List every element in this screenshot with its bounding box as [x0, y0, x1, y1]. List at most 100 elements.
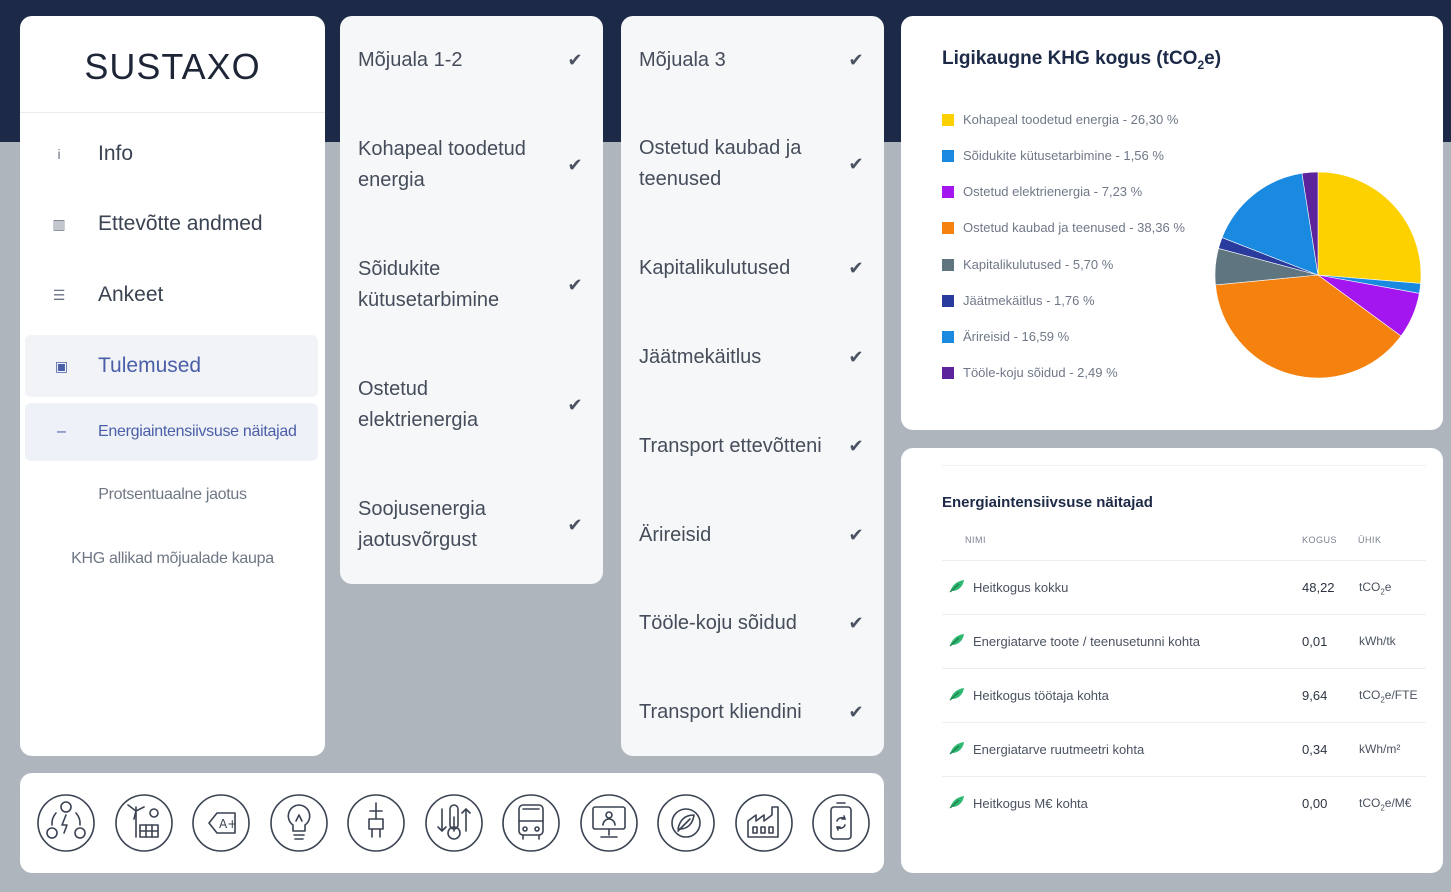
legend-swatch — [942, 221, 954, 234]
pie-slice[interactable] — [1317, 171, 1422, 284]
check-icon: ✔ — [567, 154, 583, 175]
legend-item[interactable]: Sõidukite kütusetarbimine - 1,56 % — [942, 148, 1164, 163]
lightbulb-icon[interactable] — [269, 793, 329, 853]
energy-label-icon[interactable]: A+ — [191, 793, 251, 853]
chart-icon: ▣ — [54, 357, 69, 374]
table-row[interactable]: Heitkogus kokku 48,22 tCO2e — [942, 560, 1426, 614]
list-icon: ☰ — [52, 286, 66, 303]
table-row[interactable]: Energiatarve toote / teenusetunni kohta 0… — [942, 614, 1426, 668]
sidebar-item-info[interactable]: i Info — [20, 123, 325, 185]
legend-item[interactable]: Kohapeal toodetud energia - 26,30 % — [942, 112, 1178, 127]
sidebar: SUSTAXO i Info ▥ Ettevõtte andmed ☰ Anke… — [20, 16, 325, 756]
legend-swatch — [942, 185, 954, 198]
plug-icon[interactable] — [346, 793, 406, 853]
row-quantity: 9,64 — [1302, 688, 1328, 703]
column-header-qty: KOGUS — [1302, 535, 1338, 545]
divider — [942, 465, 1426, 466]
wind-solar-icon[interactable] — [114, 793, 174, 853]
checklist-item[interactable]: Transport ettevõtteni ✔ — [621, 430, 884, 462]
battery-cycle-icon[interactable] — [811, 793, 871, 853]
table-row[interactable]: Energiatarve ruutmeetri kohta 0,34 kWh/m² — [942, 722, 1426, 776]
energy-intensity-card: Energiaintensiivsuse näitajad NIMI KOGUS… — [901, 448, 1443, 873]
checklist-item[interactable]: Ärireisid ✔ — [621, 519, 884, 551]
table-row[interactable]: Heitkogus M€ kohta 0,00 tCO2e/M€ — [942, 776, 1426, 830]
column-header-name: NIMI — [965, 535, 986, 545]
row-unit: tCO2e — [1359, 580, 1392, 597]
subitem-percentage-distribution[interactable]: Protsentuaalne jaotus — [20, 486, 325, 504]
subitem-label: Energiaintensiivsuse näitajad — [98, 423, 297, 440]
row-name: Heitkogus kokku — [973, 580, 1069, 595]
sidebar-item-survey[interactable]: ☰ Ankeet — [20, 264, 325, 326]
monitor-person-icon[interactable] — [579, 793, 639, 853]
building-icon: ▥ — [52, 215, 66, 232]
item-label: Ärireisid — [639, 523, 712, 546]
check-icon: ✔ — [848, 153, 864, 174]
checklist-item[interactable]: Tööle-koju sõidud ✔ — [621, 607, 884, 639]
check-icon: ✔ — [848, 701, 864, 722]
item-label: Ostetud elektrienergia — [358, 378, 479, 431]
row-unit: kWh/m² — [1359, 742, 1401, 756]
checklist-item[interactable]: Kapitalikulutused ✔ — [621, 252, 884, 284]
column-header-unit: ÜHIK — [1358, 535, 1382, 545]
check-icon: ✔ — [848, 346, 864, 367]
checklist-item[interactable]: Kohapeal toodetud energia ✔ — [340, 134, 603, 196]
check-icon: ✔ — [567, 274, 583, 295]
checklist-item[interactable]: Soojusenergia jaotusvõrgust ✔ — [340, 494, 603, 556]
legend-item[interactable]: Tööle-koju sõidud - 2,49 % — [942, 365, 1118, 380]
table-row[interactable]: Heitkogus töötaja kohta 9,64 tCO2e/FTE — [942, 668, 1426, 722]
item-label: Transport kliendini — [639, 700, 802, 723]
pie-title: Ligikaugne KHG kogus (tCO2e) — [942, 48, 1222, 72]
check-icon: ✔ — [567, 49, 583, 70]
check-icon: ✔ — [848, 435, 864, 456]
scope-1-2-panel: Mõjuala 1-2 ✔ Kohapeal toodetud energia ✔… — [340, 16, 603, 584]
row-quantity: 0,01 — [1302, 634, 1328, 649]
legend-item[interactable]: Kapitalikulutused - 5,70 % — [942, 257, 1113, 272]
legend-swatch — [942, 113, 954, 126]
row-unit: tCO2e/FTE — [1359, 688, 1418, 705]
legend-swatch — [942, 258, 954, 271]
ghg-pie-chart[interactable] — [1213, 168, 1423, 382]
check-icon: ✔ — [848, 49, 864, 70]
check-icon: ✔ — [848, 257, 864, 278]
scope-header-label: Mõjuala 3 — [639, 48, 726, 71]
row-unit: tCO2e/M€ — [1359, 796, 1412, 813]
divider — [20, 112, 325, 113]
sidebar-item-results[interactable]: ▣ Tulemused — [25, 335, 318, 397]
checklist-item[interactable]: Transport kliendini ✔ — [621, 696, 884, 728]
checklist-item[interactable]: Ostetud elektrienergia ✔ — [340, 374, 603, 436]
checklist-item[interactable]: Sõidukite kütusetarbimine ✔ — [340, 254, 603, 316]
table-title: Energiaintensiivsuse näitajad — [942, 494, 1153, 511]
leaf-badge-icon[interactable] — [656, 793, 716, 853]
ghg-pie-card: Ligikaugne KHG kogus (tCO2e) Kohapeal to… — [901, 16, 1443, 430]
check-icon: ✔ — [567, 514, 583, 535]
sustaxo-logo[interactable]: SUSTAXO — [20, 46, 325, 88]
svg-text:A+: A+ — [219, 817, 237, 831]
sidebar-item-company-data[interactable]: ▥ Ettevõtte andmed — [20, 193, 325, 255]
subitem-ghg-sources[interactable]: KHG allikad mõjualade kaupa — [20, 550, 325, 568]
scope-1-2-header[interactable]: Mõjuala 1-2 ✔ — [340, 44, 603, 76]
legend-swatch — [942, 366, 954, 379]
info-icon: i — [57, 146, 61, 162]
sidebar-item-label: Ankeet — [98, 283, 164, 306]
legend-item[interactable]: Ostetud elektrienergia - 7,23 % — [942, 184, 1142, 199]
checklist-item[interactable]: Jäätmekäitlus ✔ — [621, 341, 884, 373]
legend-item[interactable]: Jäätmekäitlus - 1,76 % — [942, 293, 1095, 308]
row-name: Heitkogus M€ kohta — [973, 796, 1088, 811]
legend-item[interactable]: Ostetud kaubad ja teenused - 38,36 % — [942, 220, 1185, 235]
item-label: Jäätmekäitlus — [639, 345, 762, 368]
subitem-energy-intensity[interactable]: – Energiaintensiivsuse näitajad — [25, 403, 318, 461]
bus-icon[interactable] — [501, 793, 561, 853]
item-label: Sõidukite kütusetarbimine — [358, 258, 500, 311]
row-quantity: 48,22 — [1302, 580, 1335, 595]
sidebar-item-label: Info — [98, 142, 134, 165]
legend-item[interactable]: Ärireisid - 16,59 % — [942, 329, 1069, 344]
checklist-item[interactable]: Ostetud kaubad ja teenused ✔ — [621, 133, 884, 195]
energy-cycle-icon[interactable] — [36, 793, 96, 853]
item-label: Tööle-koju sõidud — [639, 611, 797, 634]
item-label: Soojusenergia jaotusvõrgust — [358, 498, 486, 551]
scope-header-label: Mõjuala 1-2 — [358, 48, 463, 71]
scope-3-header[interactable]: Mõjuala 3 ✔ — [621, 44, 884, 76]
thermometer-icon[interactable] — [424, 793, 484, 853]
sidebar-item-label: Ettevõtte andmed — [98, 212, 263, 235]
factory-icon[interactable] — [734, 793, 794, 853]
